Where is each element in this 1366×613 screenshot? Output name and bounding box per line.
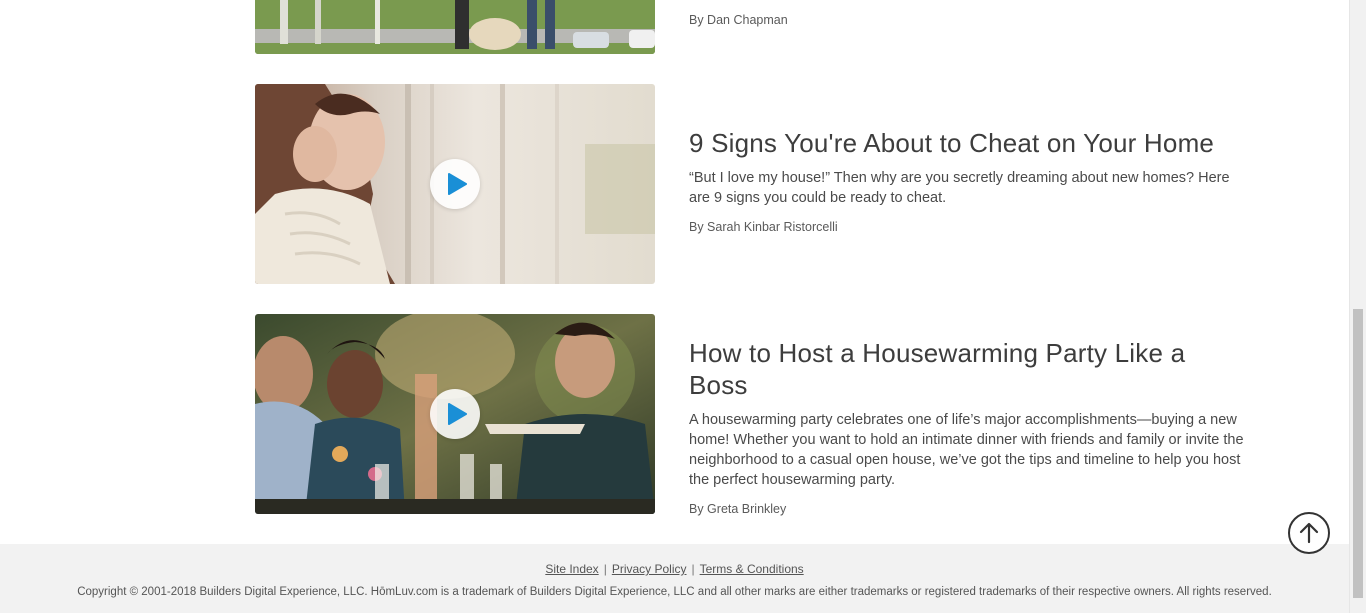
article-card: By Dan Chapman <box>255 0 1245 54</box>
article-text: By Dan Chapman <box>689 11 1245 29</box>
thumbnail-image <box>255 0 655 54</box>
article-text: 9 Signs You're About to Cheat on Your Ho… <box>689 127 1245 236</box>
article-byline: By Dan Chapman <box>689 13 788 27</box>
article-thumbnail[interactable] <box>255 84 655 284</box>
article-byline: By Sarah Kinbar Ristorcelli <box>689 220 838 234</box>
scrollbar-thumb[interactable] <box>1353 309 1363 598</box>
article-description: “But I love my house!” Then why are you … <box>689 170 1230 206</box>
article-card: 9 Signs You're About to Cheat on Your Ho… <box>255 84 1245 284</box>
play-button[interactable] <box>430 389 480 439</box>
page: By Dan Chapman 9 Signs You're About to C… <box>0 0 1349 613</box>
article-description: A housewarming party celebrates one of l… <box>689 412 1244 488</box>
article-thumbnail[interactable] <box>255 314 655 514</box>
copyright-text: Copyright © 2001-2018 Builders Digital E… <box>77 586 1272 598</box>
article-text: How to Host a Housewarming Party Like a … <box>689 337 1245 518</box>
article-byline: By Greta Brinkley <box>689 502 787 516</box>
privacy-policy-link[interactable]: Privacy Policy <box>612 562 687 576</box>
link-separator: | <box>603 562 607 576</box>
article-card: How to Host a Housewarming Party Like a … <box>255 314 1245 516</box>
article-thumbnail[interactable] <box>255 0 655 54</box>
site-index-link[interactable]: Site Index <box>545 562 598 576</box>
play-button[interactable] <box>430 159 480 209</box>
link-separator: | <box>691 562 695 576</box>
back-to-top-button[interactable] <box>1288 512 1330 554</box>
site-footer: Site Index | Privacy Policy | Terms & Condit… <box>0 544 1349 613</box>
terms-conditions-link[interactable]: Terms & Conditions <box>700 562 804 576</box>
vertical-scrollbar[interactable] <box>1349 0 1366 613</box>
arrow-up-icon <box>1299 522 1319 544</box>
article-title[interactable]: 9 Signs You're About to Cheat on Your Ho… <box>689 127 1245 159</box>
footer-links: Site Index | Privacy Policy | Terms & Condit… <box>0 562 1349 576</box>
play-icon <box>448 403 467 425</box>
article-title[interactable]: How to Host a Housewarming Party Like a … <box>689 337 1245 401</box>
play-icon <box>448 173 467 195</box>
